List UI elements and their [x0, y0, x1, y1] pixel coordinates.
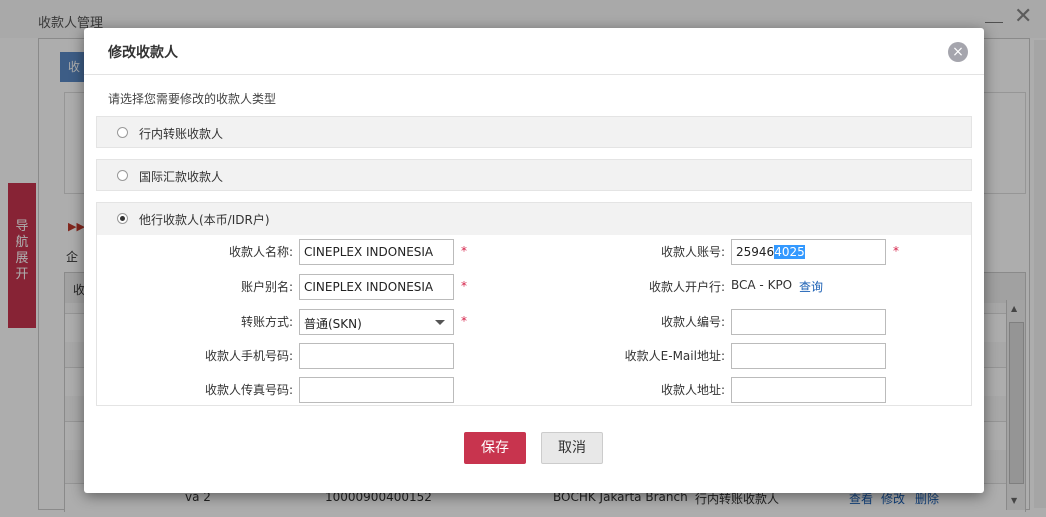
radio-international-remittance[interactable] [117, 170, 128, 181]
mobile-label: 收款人手机号码: [204, 349, 293, 363]
payee-name-input[interactable]: CINEPLEX INDONESIA [299, 239, 454, 265]
option-label: 他行收款人(本币/IDR户) [139, 213, 270, 227]
fax-input[interactable] [299, 377, 454, 403]
payee-code-input[interactable] [731, 309, 886, 335]
required-mark: * [893, 244, 899, 258]
cancel-button[interactable]: 取消 [541, 432, 603, 464]
account-label: 收款人账号: [660, 245, 725, 259]
transfer-method-value: 普通(SKN) [304, 317, 362, 331]
option-other-bank-header[interactable]: 他行收款人(本币/IDR户) [97, 203, 971, 235]
option-other-bank: 他行收款人(本币/IDR户) 收款人名称: CINEPLEX INDONESIA… [96, 202, 972, 406]
address-input[interactable] [731, 377, 886, 403]
required-mark: * [461, 279, 467, 293]
payee-code-label: 收款人编号: [660, 315, 725, 329]
dialog-header: 修改收款人 × [84, 28, 984, 75]
option-international-remittance[interactable]: 国际汇款收款人 [96, 159, 972, 191]
account-selected-text: 4025 [774, 245, 805, 259]
transfer-method-label: 转账方式: [240, 315, 293, 329]
required-mark: * [461, 244, 467, 258]
option-internal-transfer[interactable]: 行内转账收款人 [96, 116, 972, 148]
dialog-title: 修改收款人 [108, 45, 178, 61]
email-input[interactable] [731, 343, 886, 369]
chevron-down-icon [435, 320, 445, 325]
close-icon[interactable]: × [948, 42, 968, 62]
save-button[interactable]: 保存 [464, 432, 526, 464]
account-text: 25946 [736, 245, 775, 259]
mobile-input[interactable] [299, 343, 454, 369]
email-label: 收款人E-Mail地址: [624, 349, 725, 363]
radio-other-bank[interactable] [117, 213, 128, 224]
bank-label: 收款人开户行: [648, 280, 725, 294]
alias-label: 账户别名: [240, 280, 293, 294]
transfer-method-select[interactable]: 普通(SKN) [299, 309, 454, 335]
required-mark: * [461, 314, 467, 328]
payee-type-prompt: 请选择您需要修改的收款人类型 [108, 92, 277, 106]
payee-name-label: 收款人名称: [228, 245, 293, 259]
option-label: 国际汇款收款人 [139, 170, 224, 184]
edit-payee-dialog: 修改收款人 × 请选择您需要修改的收款人类型 行内转账收款人 国际汇款收款人 他… [84, 28, 984, 493]
bank-value: BCA - KPO [731, 278, 793, 292]
bank-query-link[interactable]: 查询 [799, 278, 823, 295]
alias-input[interactable]: CINEPLEX INDONESIA [299, 274, 454, 300]
fax-label: 收款人传真号码: [204, 383, 293, 397]
account-input[interactable]: 259464025 [731, 239, 886, 265]
radio-internal-transfer[interactable] [117, 127, 128, 138]
address-label: 收款人地址: [660, 383, 725, 397]
option-label: 行内转账收款人 [139, 127, 224, 141]
